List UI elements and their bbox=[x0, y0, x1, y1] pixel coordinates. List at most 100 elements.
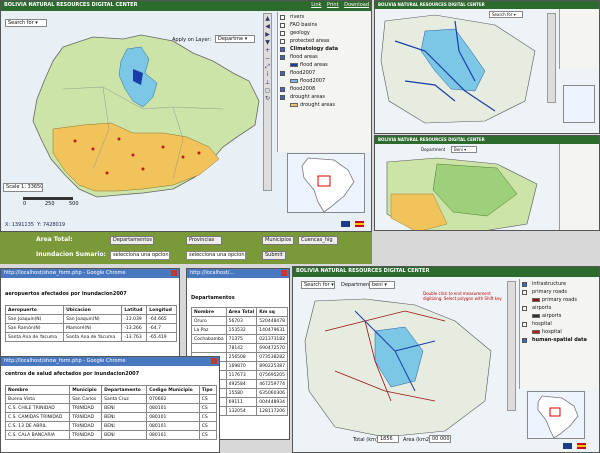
top-right-map[interactable] bbox=[375, 11, 545, 127]
departamentos-heading: Departamentos bbox=[191, 295, 235, 301]
bolivia-map[interactable] bbox=[23, 29, 261, 209]
legend-fao-basins[interactable]: FAO basins bbox=[278, 22, 371, 30]
area-value[interactable]: 00 000 bbox=[429, 435, 451, 443]
legend-checkbox[interactable] bbox=[280, 87, 285, 92]
zoom-extent-icon[interactable]: ⤢ bbox=[264, 63, 271, 70]
legend-climatology[interactable]: Climatology data bbox=[278, 46, 371, 54]
legend-flood2008[interactable]: flood2008 bbox=[278, 86, 371, 94]
legend-label: flood areas bbox=[300, 62, 328, 68]
legend-protected-areas[interactable]: protected areas bbox=[278, 38, 371, 46]
legend-checkbox[interactable] bbox=[280, 15, 285, 20]
inundacion-select-2[interactable]: selecciona una opcion bbox=[186, 251, 246, 260]
pan-left-icon[interactable]: ◀ bbox=[264, 23, 271, 30]
legend-checkbox[interactable] bbox=[522, 282, 527, 287]
zoom-out-icon[interactable]: − bbox=[264, 55, 271, 62]
measure-icon[interactable]: ⟂ bbox=[264, 79, 271, 86]
area-total-label: Area Total: bbox=[36, 236, 73, 243]
bottom-right-overview[interactable] bbox=[527, 391, 585, 439]
link-link[interactable]: Link bbox=[311, 2, 321, 8]
legend-checkbox[interactable] bbox=[280, 55, 285, 60]
zoom-in-icon[interactable]: + bbox=[264, 47, 271, 54]
legend-primary-roads[interactable]: primary roads bbox=[520, 289, 599, 297]
legend-airports[interactable]: airports bbox=[520, 305, 599, 313]
legend-human-spatial[interactable]: human-spatial data bbox=[520, 337, 599, 345]
legend-flood-areas[interactable]: flood areas bbox=[278, 54, 371, 62]
flag-spain-icon[interactable] bbox=[355, 221, 364, 227]
legend-checkbox[interactable] bbox=[280, 23, 285, 28]
departamentos-button[interactable]: Departamentos bbox=[110, 236, 154, 245]
legend-flood-areas-swatch: flood areas bbox=[278, 62, 371, 70]
close-icon[interactable] bbox=[281, 270, 287, 276]
table-row: C.S. 13 DE ABRIL TRINIDAD BENI 080101 CS bbox=[4, 421, 218, 431]
swatch-icon bbox=[290, 78, 298, 83]
legend-label: flood2007 bbox=[300, 78, 326, 84]
mid-right-legend bbox=[559, 144, 599, 230]
column-header: Km sq bbox=[256, 307, 289, 317]
identify-icon[interactable]: i bbox=[264, 71, 271, 78]
coordinate-readout: X: 1391135 Y: 7428019 bbox=[5, 222, 66, 228]
centros-window-title: http://localhost/show_form.php - Google … bbox=[1, 357, 219, 366]
pan-up-icon[interactable]: ▲ bbox=[264, 15, 271, 22]
pan-right-icon[interactable]: ▶ bbox=[264, 31, 271, 38]
legend-hospital[interactable]: hospital bbox=[520, 321, 599, 329]
scalebar-tick-500: 500 bbox=[69, 201, 79, 207]
legend-checkbox[interactable] bbox=[280, 95, 285, 100]
bottom-search[interactable]: Search for bbox=[301, 281, 335, 289]
table-row: Buena Vista San Carlos Santa Cruz 070602 CS bbox=[4, 394, 218, 404]
print-link[interactable]: Print bbox=[327, 2, 339, 8]
legend-label: drought areas bbox=[300, 102, 335, 108]
mid-right-header: BOLIVIA NATURAL RESOURCES DIGITAL CENTER bbox=[375, 136, 599, 144]
flag-uk-icon[interactable] bbox=[341, 221, 350, 227]
pan-down-icon[interactable]: ▼ bbox=[264, 39, 271, 46]
bottom-right-panel: BOLIVIA NATURAL RESOURCES DIGITAL CENTER… bbox=[292, 266, 600, 453]
search-input[interactable]: Search for bbox=[5, 19, 47, 27]
cuencas-button[interactable]: Cuencas_hig bbox=[298, 236, 338, 245]
submit-button[interactable]: Submit bbox=[262, 251, 286, 260]
column-header: Area Total bbox=[225, 307, 258, 317]
flag-spain-icon[interactable] bbox=[577, 443, 586, 449]
bottom-department-select[interactable]: beni bbox=[369, 281, 395, 289]
download-link[interactable]: Download bbox=[344, 2, 369, 8]
overview-map[interactable] bbox=[287, 153, 365, 213]
top-right-toolbar bbox=[547, 13, 556, 103]
legend-checkbox[interactable] bbox=[522, 306, 527, 311]
legend-checkbox[interactable] bbox=[280, 71, 285, 76]
legend-checkbox[interactable] bbox=[280, 31, 285, 36]
bottom-right-header: BOLIVIA NATURAL RESOURCES DIGITAL CENTER bbox=[293, 267, 599, 277]
south-america-icon bbox=[301, 157, 355, 213]
table-row: 78142 690472570 bbox=[191, 343, 289, 353]
aeropuertos-table: Aeropuerto Ubicacion Latitud Longitud Sa… bbox=[4, 305, 177, 342]
close-icon[interactable] bbox=[171, 270, 177, 276]
mid-right-map[interactable] bbox=[377, 154, 543, 231]
legend-checkbox[interactable] bbox=[522, 322, 527, 327]
bottom-right-title: BOLIVIA NATURAL RESOURCES DIGITAL CENTER bbox=[296, 268, 430, 274]
top-right-overview[interactable] bbox=[563, 85, 595, 123]
municipios-button[interactable]: Municipios bbox=[262, 236, 294, 245]
provincias-button[interactable]: Provincias bbox=[186, 236, 222, 245]
table-row: San Joaquín(N) San Joaquín(N) -13.039 -64.6… bbox=[4, 314, 177, 324]
scalebar-tick-250: 250 bbox=[45, 201, 55, 207]
legend-infrastructure[interactable]: infrastructure bbox=[520, 281, 599, 289]
close-icon[interactable] bbox=[211, 358, 217, 364]
mid-department-select[interactable]: Beni bbox=[451, 146, 477, 153]
legend-checkbox[interactable] bbox=[522, 338, 527, 343]
refresh-icon[interactable]: ↻ bbox=[264, 95, 271, 102]
legend-checkbox[interactable] bbox=[522, 290, 527, 295]
legend-checkbox[interactable] bbox=[280, 47, 285, 52]
aeropuertos-heading: aeropuertos afectados por inundacion2007 bbox=[5, 291, 127, 297]
flag-uk-icon[interactable] bbox=[563, 443, 572, 449]
screenshot-collage: BOLIVIA NATURAL RESOURCES DIGITAL CENTER… bbox=[0, 0, 600, 453]
legend-drought-areas[interactable]: drought areas bbox=[278, 94, 371, 102]
inundacion-select-1[interactable]: selecciona una opcion bbox=[110, 251, 170, 260]
swatch-icon bbox=[290, 62, 298, 67]
legend-checkbox[interactable] bbox=[280, 39, 285, 44]
centros-heading: centros de salud afectados por inundacio… bbox=[5, 371, 140, 377]
legend-rivers[interactable]: rivers bbox=[278, 14, 371, 22]
legend-flood2007[interactable]: flood2007 bbox=[278, 70, 371, 78]
legend-geology[interactable]: geology bbox=[278, 30, 371, 38]
total-value[interactable]: 1856 bbox=[377, 435, 399, 443]
select-icon[interactable]: ◻ bbox=[264, 87, 271, 94]
bottom-right-legend: infrastructure primary roads primary roa… bbox=[519, 279, 599, 389]
bottom-right-map[interactable] bbox=[295, 291, 505, 441]
table-row: C.S. CALA BANCARIA TRINIDAD BENI 080101 CS bbox=[4, 430, 218, 440]
